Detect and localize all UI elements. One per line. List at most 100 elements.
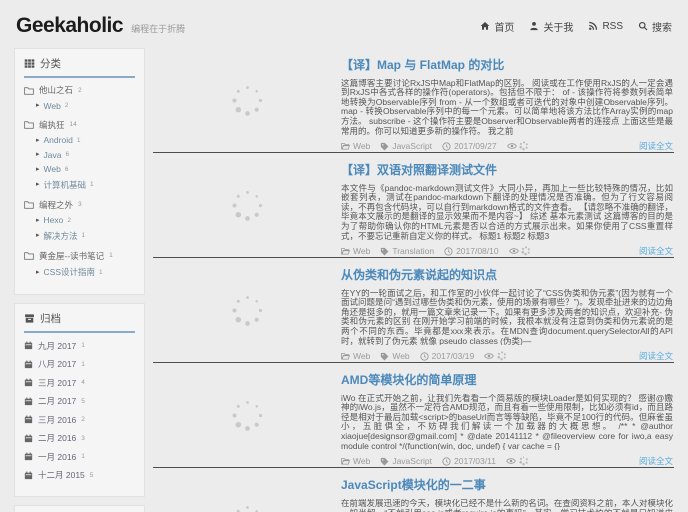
nav-home[interactable]: 首页 [480,19,514,34]
nav-about[interactable]: 关于我 [529,19,573,34]
loading-spinner [521,246,531,256]
post-thumbnail[interactable] [153,468,341,512]
post-date: 2017/08/10 [444,246,499,256]
calendar-icon [24,378,33,387]
grid-icon [24,58,35,69]
post-category[interactable]: Web [341,351,370,361]
archive-item[interactable]: 三月 2017 4 [24,377,135,389]
nav-about-label: 关于我 [543,22,574,34]
post-excerpt: 在YY的一轮面试之后，和工作室的小伙伴一起讨论了“CSS伪类和伪元素”(因为就有… [341,288,673,345]
category-subitem[interactable]: ▸ Web 6 [36,164,135,174]
post-tag[interactable]: Translation [380,246,434,256]
loading-spinner [231,504,263,512]
post-title[interactable]: 【译】Map 与 FlatMap 的对比 [341,56,673,73]
archive-item[interactable]: 八月 2017 1 [24,358,135,370]
caret-right-icon: ▸ [36,268,40,276]
tag-icon [380,457,389,466]
archive-item[interactable]: 二月 2017 5 [24,395,135,407]
folder-open-icon [341,352,350,360]
calendar-icon [24,341,33,350]
post-title[interactable]: AMD等模块化的简单原理 [341,371,673,388]
archive-item[interactable]: 十二月 2015 5 [24,469,135,481]
clock-icon [442,141,451,151]
read-more-link[interactable]: 阅读全文 [639,140,673,152]
calendar-icon [24,415,33,424]
widget-popular: 热门文章 [14,504,145,512]
folder-open-icon [341,247,350,255]
post-tag[interactable]: Web [380,351,410,361]
post-category[interactable]: Web [341,246,370,256]
category-subitem[interactable]: ▸ Hexo 2 [36,215,135,225]
category-subitem[interactable]: ▸ CSS设计指南 1 [36,266,135,278]
category-group: 他山之石 2 ▸ Web 2 [24,84,135,111]
post-title[interactable]: 从伪类和伪元素说起的知识点 [341,266,673,283]
post-meta: Web JavaScript 2017/03/11 阅读全文 [341,455,673,467]
category-item[interactable]: 编程之外 3 [24,199,135,211]
archive-item[interactable]: 三月 2016 2 [24,414,135,426]
post-item: JavaScript模块化的一二事 在前端发展迅速的今天，模块化已经不是什么新的… [153,468,674,512]
main-nav: 首页 关于我 RSS 搜索 [480,19,672,34]
category-count: 1 [109,252,113,259]
read-more-link[interactable]: 阅读全文 [639,455,673,467]
post-thumbnail[interactable] [153,153,341,257]
nav-home-label: 首页 [494,22,515,34]
eye-icon [508,247,519,255]
site-subtitle: 编程在于折腾 [131,24,186,34]
calendar-icon [24,434,33,443]
category-item[interactable]: 编执狂 14 [24,119,135,131]
post-views [484,351,506,361]
category-subitem[interactable]: ▸ Android 1 [36,135,135,145]
post-date: 2017/09/27 [442,141,497,151]
home-icon [480,21,490,31]
archive-item[interactable]: 二月 2016 3 [24,432,135,444]
loading-spinner [231,84,263,116]
archive-item[interactable]: 一月 2016 1 [24,451,135,463]
archives-widget-title: 归档 [24,311,135,333]
eye-icon [484,352,495,360]
nav-rss-label: RSS [602,20,623,32]
post-category[interactable]: Web [341,141,370,151]
post-tag[interactable]: JavaScript [380,141,432,151]
folder-open-icon [341,457,350,465]
post-meta: Web JavaScript 2017/09/27 阅读全文 [341,140,673,152]
post-title[interactable]: 【译】双语对照翻译测试文件 [341,161,673,178]
post-views [506,456,528,466]
category-count: 3 [78,201,82,208]
post-date: 2017/03/11 [442,456,496,466]
post-category[interactable]: Web [341,456,370,466]
read-more-link[interactable]: 阅读全文 [639,245,673,257]
post-excerpt: 在前端发展迅速的今天，模块化已经不是什么新的名词。在查阅资料之前，本人对模块化一… [341,499,673,512]
nav-rss[interactable]: RSS [588,21,623,32]
calendar-icon [24,452,33,461]
nav-search-label: 搜索 [652,22,672,34]
caret-right-icon: ▸ [36,165,40,173]
loading-spinner [231,399,263,431]
post-thumbnail[interactable] [153,48,341,152]
category-subitem[interactable]: ▸ 计算机基础 1 [36,179,135,191]
nav-search[interactable]: 搜索 [638,19,672,34]
post-thumbnail[interactable] [153,363,341,467]
archive-item[interactable]: 九月 2017 1 [24,340,135,352]
calendar-icon [24,360,33,369]
post-tag[interactable]: JavaScript [380,456,432,466]
site-logo[interactable]: Geekaholic [16,14,124,38]
archives-title-label: 归档 [40,313,61,325]
loading-spinner [231,189,263,221]
category-group: 编程之外 3 ▸ Hexo 2 ▸ 解决方法 1 [24,199,135,242]
eye-icon [506,142,517,150]
caret-right-icon: ▸ [36,181,40,188]
post-item: 从伪类和伪元素说起的知识点 在YY的一轮面试之后，和工作室的小伙伴一起讨论了“C… [153,258,674,363]
category-item[interactable]: 黄金屋--读书笔记 1 [24,250,135,262]
post-thumbnail[interactable] [153,258,341,362]
post-item: 【译】双语对照翻译测试文件 本文件与《pandoc-markdown测试文件》大… [153,153,674,258]
read-more-link[interactable]: 阅读全文 [639,350,673,362]
post-title[interactable]: JavaScript模块化的一二事 [341,476,673,493]
clock-icon [442,456,451,466]
category-subitem[interactable]: ▸ Web 2 [36,101,135,111]
category-subitem[interactable]: ▸ 解决方法 1 [36,230,135,242]
category-subitem[interactable]: ▸ Java 6 [36,150,135,160]
archive-icon [24,313,35,324]
post-views [506,141,529,151]
category-item[interactable]: 他山之石 2 [24,84,135,96]
post-list: 【译】Map 与 FlatMap 的对比 这篇博客主要讨论RxJS中Map和Fl… [153,48,674,512]
